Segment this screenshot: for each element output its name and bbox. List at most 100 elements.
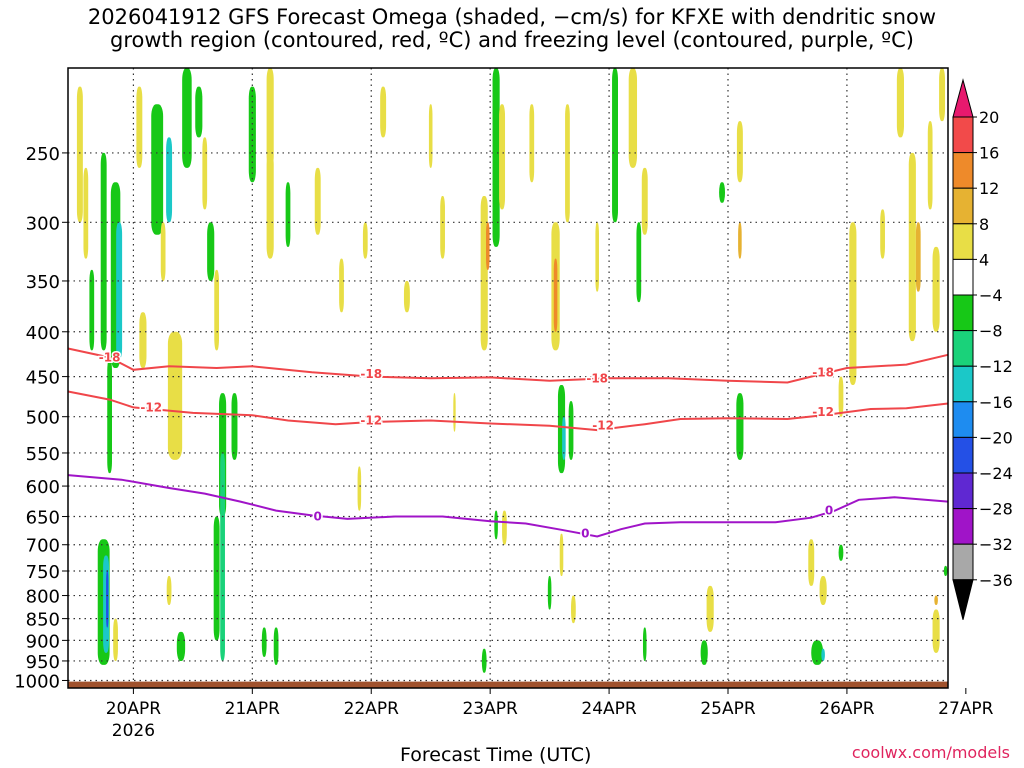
- y-tick-label: 550: [26, 444, 60, 465]
- colorbar-label: 20: [979, 108, 999, 127]
- y-tick-label: 750: [26, 562, 60, 583]
- omega-cell: [568, 401, 574, 460]
- omega-cell: [706, 585, 714, 632]
- omega-cell: [202, 137, 208, 210]
- omega-cell: [486, 222, 490, 270]
- omega-cell: [736, 393, 744, 460]
- omega-cell: [481, 648, 487, 673]
- colorbar-segment: [952, 543, 974, 581]
- omega-cell: [113, 618, 118, 661]
- omega-cell: [943, 565, 948, 577]
- colorbar-segment: [952, 436, 974, 474]
- temperature-contours: -18 -18 -18 -18 -12 -12 -12 -12 0 0 0: [67, 347, 949, 542]
- omega-cell: [116, 222, 123, 360]
- omega-cell: [492, 68, 500, 247]
- omega-cell: [380, 86, 387, 138]
- omega-cell: [136, 86, 143, 168]
- omega-cell: [908, 152, 916, 342]
- omega-cell: [915, 222, 921, 292]
- omega-cell: [502, 510, 507, 545]
- omega-cell: [357, 466, 362, 511]
- omega-cell: [76, 86, 83, 223]
- x-tick-label: 24APR: [581, 699, 637, 719]
- omega-cell: [453, 393, 456, 432]
- y-tick-label: 1000: [14, 671, 60, 692]
- colorbar-label: 8: [979, 215, 989, 234]
- omega-cell: [207, 222, 215, 281]
- contour-label: -12: [592, 419, 614, 433]
- omega-cell: [480, 196, 488, 351]
- colorbar-segment: [952, 294, 974, 332]
- omega-cell: [89, 269, 95, 351]
- ground-strip: [68, 681, 948, 688]
- freezing-level-contour: [67, 474, 949, 538]
- x-tick-label: 20APR: [106, 699, 162, 719]
- omega-cell: [428, 104, 433, 168]
- omega-cell: [736, 121, 743, 183]
- y-tick-label: 950: [26, 652, 60, 673]
- omega-cell: [176, 631, 186, 661]
- colorbar-label: −20: [979, 428, 1013, 447]
- omega-cell: [166, 137, 173, 223]
- colorbar-label: −36: [979, 571, 1013, 590]
- contour-label: -18: [99, 351, 121, 365]
- colorbar-segment: [952, 508, 974, 545]
- colorbar-label: −8: [979, 322, 1003, 341]
- x-tick-label: 22APR: [344, 699, 400, 719]
- omega-time-height-chart: -18 -18 -18 -18 -12 -12 -12 -12 0 0 0 250 300 350 400…: [14, 67, 1013, 741]
- omega-cell: [896, 68, 904, 138]
- omega-cell: [636, 222, 642, 303]
- contour-label: -18: [586, 371, 608, 385]
- omega-cell: [612, 68, 618, 223]
- omega-cell: [100, 152, 107, 351]
- omega-cell: [167, 331, 183, 460]
- credit-text[interactable]: coolwx.com/models: [852, 743, 1010, 762]
- omega-cell: [231, 393, 238, 460]
- colorbar-label: 12: [979, 179, 999, 198]
- y-tick-label: 250: [26, 144, 60, 165]
- omega-cell: [494, 510, 498, 540]
- colorbar-bottom-arrow: [952, 579, 974, 620]
- omega-cell: [261, 627, 267, 657]
- omega-cell: [220, 452, 225, 661]
- y-tick-label: 400: [26, 323, 60, 344]
- colorbar-segment: [952, 330, 974, 367]
- y-tick-label: 900: [26, 631, 60, 652]
- omega-cell: [642, 627, 647, 661]
- x-tick-label: 27APR: [938, 699, 994, 719]
- colorbar-segment: [952, 223, 974, 260]
- colorbar-label: 16: [979, 144, 999, 163]
- y-tick-label: 700: [26, 536, 60, 557]
- y-tick-label: 300: [26, 213, 60, 234]
- contour-label: -18: [360, 367, 382, 381]
- colorbar-label: −28: [979, 500, 1013, 519]
- y-tick-label: 500: [26, 408, 60, 429]
- omega-cell: [314, 167, 321, 235]
- colorbar-label: −16: [979, 393, 1013, 412]
- colorbar-segment: [952, 187, 974, 225]
- omega-cell: [934, 595, 938, 605]
- contour-label: -12: [140, 400, 162, 414]
- colorbar-segment: [952, 258, 974, 296]
- colorbar-top-arrow: [952, 78, 974, 118]
- colorbar-segment: [952, 365, 974, 403]
- y-tick-label: 800: [26, 587, 60, 608]
- omega-cell: [339, 258, 344, 313]
- x-tick-label: 26APR: [819, 699, 875, 719]
- contour-label: 0: [314, 510, 322, 524]
- colorbar-segment: [952, 401, 974, 438]
- omega-cell: [166, 576, 172, 605]
- omega-cell: [529, 104, 535, 183]
- omega-cell: [641, 167, 648, 235]
- omega-cell: [547, 576, 552, 610]
- omega-cell: [559, 533, 564, 577]
- omega-cell: [213, 516, 220, 641]
- omega-cell: [151, 104, 164, 235]
- omega-cell: [553, 258, 558, 332]
- omega-cell: [927, 121, 933, 210]
- omega-cell: [440, 196, 445, 259]
- x-year-label: 2026: [112, 721, 155, 741]
- omega-cell: [214, 269, 220, 351]
- omega-cell: [139, 312, 147, 369]
- ground-fill: [68, 681, 948, 688]
